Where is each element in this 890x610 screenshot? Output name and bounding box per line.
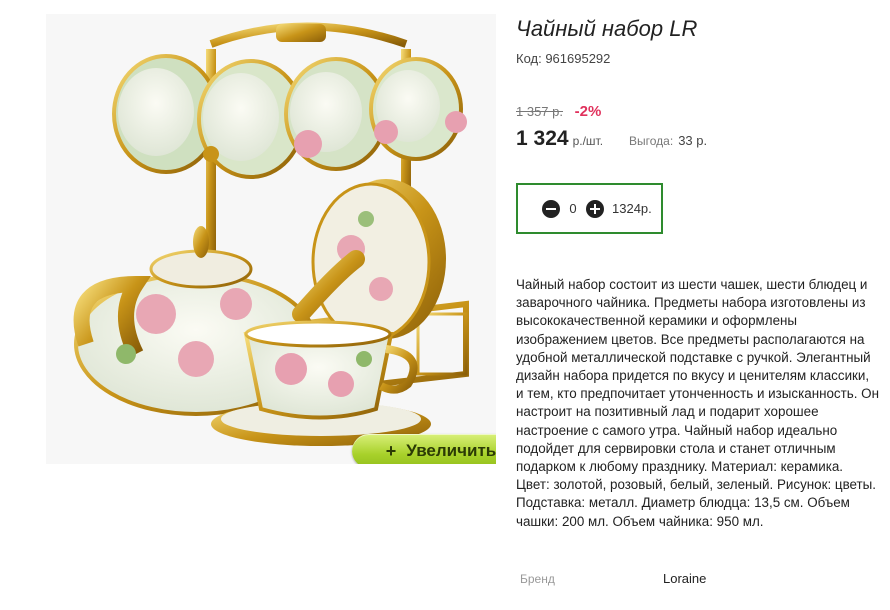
quantity-value: 0 <box>569 201 577 216</box>
brand-label: Бренд <box>520 572 555 586</box>
old-price: 1 357 р. <box>516 104 563 119</box>
tea-set-illustration <box>73 22 469 446</box>
savings-value: 33 р. <box>678 133 708 148</box>
plus-icon: + <box>385 440 397 461</box>
product-image[interactable]: + Увеличить <box>46 14 496 464</box>
zoom-button[interactable]: + Увеличить <box>352 434 496 464</box>
current-price: 1 324 <box>516 127 569 150</box>
quantity-total: 1324р. <box>612 201 652 216</box>
discount-badge: -2% <box>574 103 602 120</box>
quantity-stepper: 0 1324р. <box>516 183 663 234</box>
product-title: Чайный набор LR <box>516 16 698 41</box>
product-description: Чайный набор состоит из шести чашек, шес… <box>516 277 879 529</box>
price-row: 1 324 р./шт. Выгода: 33 р. <box>516 127 707 151</box>
old-price-row: 1 357 р. -2% <box>516 103 601 120</box>
brand-value: Loraine <box>663 571 707 586</box>
product-code: Код: 961695292 <box>516 51 611 66</box>
plus-circle-icon[interactable] <box>586 199 604 218</box>
zoom-label: Увеличить <box>406 441 496 460</box>
savings-label: Выгода: <box>629 134 674 148</box>
price-unit: р./шт. <box>572 134 604 148</box>
minus-circle-icon[interactable] <box>542 199 560 218</box>
